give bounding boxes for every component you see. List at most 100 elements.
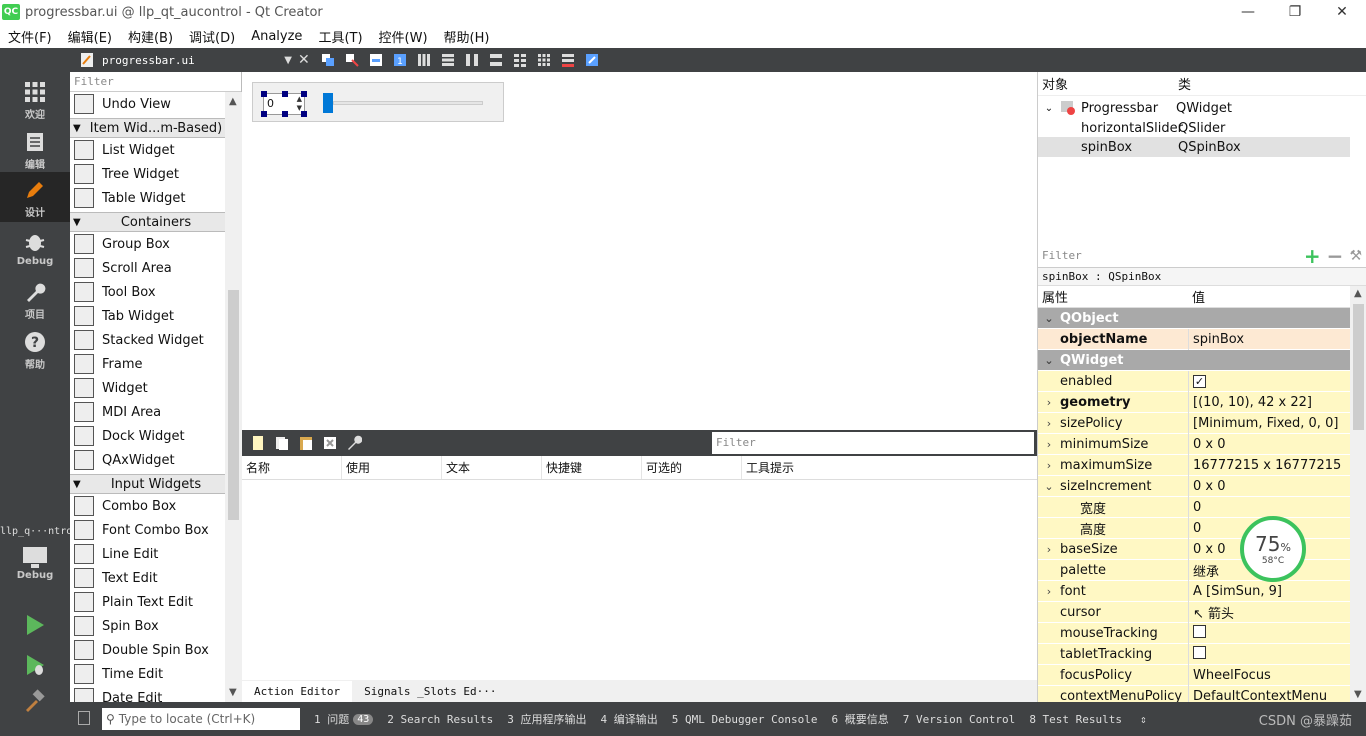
output-pane-qml-console[interactable]: 5 QML Debugger Console — [672, 713, 818, 726]
tree-row[interactable]: horizontalSlider QSlider — [1038, 118, 1350, 138]
column-header[interactable]: 工具提示 — [742, 456, 842, 479]
property-row[interactable]: › font A [SimSun, 9] — [1038, 580, 1350, 602]
edit-widgets-icon[interactable] — [320, 52, 336, 68]
output-pane-compile[interactable]: 4 编译输出 — [601, 711, 658, 727]
add-property-icon[interactable]: + — [1304, 244, 1321, 268]
widget-box-item[interactable]: Plain Text Edit — [70, 590, 225, 614]
tree-row-selected[interactable]: spinBox QSpinBox — [1038, 137, 1350, 157]
expand-arrow-icon[interactable]: › — [1038, 417, 1060, 430]
kit-selector[interactable]: Debug — [0, 544, 70, 592]
mode-help[interactable]: ? 帮助 — [0, 324, 70, 374]
property-row[interactable]: enabled ✓ — [1038, 370, 1350, 392]
widget-box-item[interactable]: QAxWidget — [70, 448, 225, 472]
property-value[interactable]: A [SimSun, 9] — [1189, 584, 1350, 599]
selection-handle[interactable] — [261, 91, 267, 97]
mode-design[interactable]: 设计 — [0, 172, 70, 222]
widget-box-item[interactable]: Double Spin Box — [70, 638, 225, 662]
property-row[interactable]: › minimumSize 0 x 0 — [1038, 433, 1350, 455]
menu-build[interactable]: 构建(B) — [120, 27, 181, 46]
property-row[interactable]: › maximumSize 16777215 x 16777215 — [1038, 454, 1350, 476]
property-group-header[interactable]: ⌄ QObject — [1038, 308, 1350, 329]
column-header[interactable]: 可选的 — [642, 456, 742, 479]
scroll-up-icon[interactable]: ▲ — [229, 96, 237, 107]
more-panes-icon[interactable]: ⇕ — [1140, 713, 1147, 726]
paste-action-icon[interactable] — [298, 435, 314, 451]
scroll-up-icon[interactable]: ▲ — [1354, 288, 1362, 299]
tab-signals-slots[interactable]: Signals _Slots Ed··· — [352, 681, 508, 702]
widget-box-item[interactable]: Dock Widget — [70, 424, 225, 448]
open-file-tab[interactable]: progressbar.ui ▼ — [70, 48, 298, 72]
property-row[interactable]: objectName spinBox — [1038, 328, 1350, 350]
slider-handle[interactable] — [323, 93, 333, 113]
widget-box-item[interactable]: Combo Box — [70, 494, 225, 518]
widget-box-item[interactable]: Spin Box — [70, 614, 225, 638]
property-value[interactable]: spinBox — [1189, 332, 1350, 347]
scroll-down-icon[interactable]: ▼ — [229, 687, 237, 698]
widget-box-item[interactable]: Undo View — [70, 92, 225, 116]
configure-icon[interactable] — [346, 435, 362, 451]
property-value[interactable]: 0 x 0 — [1189, 479, 1350, 494]
remove-property-icon[interactable]: − — [1327, 244, 1344, 268]
layout-form-icon[interactable] — [512, 52, 528, 68]
widget-box-item[interactable]: Tree Widget — [70, 162, 225, 186]
collapse-arrow-icon[interactable]: ▼ — [73, 123, 87, 134]
minimize-button[interactable]: — — [1225, 0, 1271, 24]
output-pane-test-results[interactable]: 8 Test Results — [1029, 713, 1122, 726]
splitter-vertical-icon[interactable] — [488, 52, 504, 68]
delete-action-icon[interactable] — [322, 435, 338, 451]
property-row[interactable]: palette 继承 — [1038, 559, 1350, 581]
column-header[interactable]: 类 — [1174, 74, 1191, 93]
menu-file[interactable]: 文件(F) — [0, 27, 60, 46]
sidebar-toggle-icon[interactable] — [78, 711, 90, 725]
edit-buddies-icon[interactable] — [368, 52, 384, 68]
selection-handle[interactable] — [301, 111, 307, 117]
layout-vertical-icon[interactable] — [440, 52, 456, 68]
menu-widgets[interactable]: 控件(W) — [371, 27, 436, 46]
column-header[interactable]: 值 — [1188, 287, 1205, 306]
widget-box-item[interactable]: Text Edit — [70, 566, 225, 590]
expand-arrow-icon[interactable]: ⌄ — [1038, 312, 1060, 325]
property-value[interactable]: 0 — [1189, 500, 1350, 515]
expand-arrow-icon[interactable]: › — [1038, 438, 1060, 451]
property-row[interactable]: › geometry [(10, 10), 42 x 22] — [1038, 391, 1350, 413]
widget-box-item[interactable]: MDI Area — [70, 400, 225, 424]
collapse-arrow-icon[interactable]: ▼ — [73, 479, 87, 490]
scroll-down-icon[interactable]: ▼ — [1354, 689, 1362, 700]
widget-box-item[interactable]: Stacked Widget — [70, 328, 225, 352]
spinbox-widget[interactable]: 0 ▲ ▼ — [261, 91, 307, 117]
widget-box-item[interactable]: Frame — [70, 352, 225, 376]
column-header[interactable]: 对象 — [1038, 74, 1174, 93]
widget-box-item[interactable]: Font Combo Box — [70, 518, 225, 542]
expand-arrow-icon[interactable]: › — [1038, 543, 1060, 556]
property-scrollbar[interactable]: ▲ ▼ — [1350, 286, 1366, 702]
selection-handle[interactable] — [282, 111, 288, 117]
property-checkbox[interactable] — [1193, 624, 1206, 638]
menu-analyze[interactable]: Analyze — [243, 29, 310, 44]
selection-handle[interactable] — [301, 91, 307, 97]
widget-category-header[interactable]: ▼ Containers — [70, 212, 225, 232]
debug-run-icon[interactable] — [22, 652, 48, 678]
collapse-arrow-icon[interactable]: ▼ — [73, 217, 87, 228]
close-button[interactable]: ✕ — [1319, 0, 1365, 24]
tree-row[interactable]: ⌄ Progressbar QWidget — [1038, 98, 1350, 118]
output-pane-version-control[interactable]: 7 Version Control — [903, 713, 1016, 726]
progressbar-form[interactable]: 0 ▲ ▼ — [252, 82, 504, 122]
build-hammer-icon[interactable] — [22, 688, 48, 714]
restore-button[interactable]: ❐ — [1272, 0, 1318, 24]
widget-box-item[interactable]: Widget — [70, 376, 225, 400]
locator-input[interactable]: ⚲ Type to locate (Ctrl+K) — [102, 708, 300, 730]
adjust-size-icon[interactable] — [584, 52, 600, 68]
property-group-header[interactable]: ⌄ QWidget — [1038, 350, 1350, 371]
column-header[interactable]: 文本 — [442, 456, 542, 479]
expand-arrow-icon[interactable]: ⌄ — [1038, 480, 1060, 493]
property-value[interactable]: 0 x 0 — [1189, 437, 1350, 452]
mode-debug[interactable]: Debug — [0, 224, 70, 274]
property-row[interactable]: ⌄ sizeIncrement 0 x 0 — [1038, 475, 1350, 497]
column-header[interactable]: 名称 — [242, 456, 342, 479]
run-icon[interactable] — [22, 612, 48, 638]
menu-help[interactable]: 帮助(H) — [436, 27, 498, 46]
splitter-horizontal-icon[interactable] — [464, 52, 480, 68]
selection-handle[interactable] — [261, 111, 267, 117]
property-row[interactable]: cursor ↖ 箭头 — [1038, 601, 1350, 623]
output-pane-general[interactable]: 6 概要信息 — [831, 711, 888, 727]
